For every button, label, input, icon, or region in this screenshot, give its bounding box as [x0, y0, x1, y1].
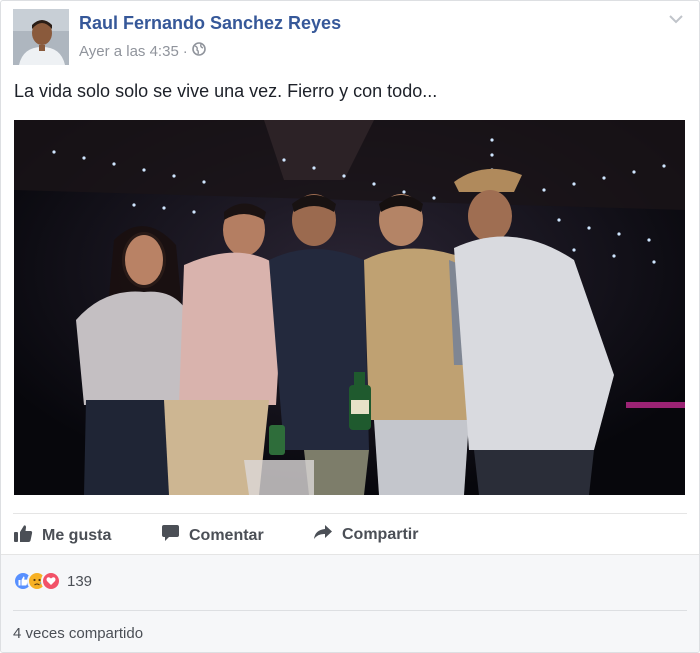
love-reaction-icon [41, 571, 61, 591]
feedback-section: 139 4 veces compartido [1, 554, 699, 652]
post-meta: Ayer a las 4:35 · [79, 42, 206, 60]
comment-button[interactable]: Comentar [161, 524, 264, 547]
comment-icon [161, 524, 189, 547]
meta-separator: · [182, 42, 188, 60]
chevron-down-icon[interactable] [665, 11, 687, 27]
share-arrow-icon [313, 524, 342, 545]
like-button[interactable]: Me gusta [13, 524, 111, 548]
comment-label: Comentar [189, 526, 264, 544]
post-timestamp[interactable]: Ayer a las 4:35 [79, 43, 179, 60]
action-bar: Me gusta Comentar Compartir [13, 513, 687, 554]
share-count-link[interactable]: 4 veces compartido [13, 625, 143, 642]
globe-icon[interactable] [191, 42, 206, 60]
like-label: Me gusta [42, 527, 112, 544]
author-name[interactable]: Raul Fernando Sanchez Reyes [79, 13, 341, 34]
share-button[interactable]: Compartir [313, 524, 418, 545]
post-photo[interactable] [14, 120, 685, 495]
author-avatar[interactable] [13, 9, 69, 65]
thumbs-up-icon [13, 524, 42, 548]
feedback-divider [13, 610, 687, 611]
post-card: Raul Fernando Sanchez Reyes Ayer a las 4… [0, 0, 700, 653]
share-label: Compartir [342, 525, 419, 543]
reaction-count: 139 [67, 572, 93, 590]
reactions-summary[interactable]: 139 [13, 571, 92, 591]
post-text: La vida solo solo se vive una vez. Fierr… [14, 81, 438, 101]
